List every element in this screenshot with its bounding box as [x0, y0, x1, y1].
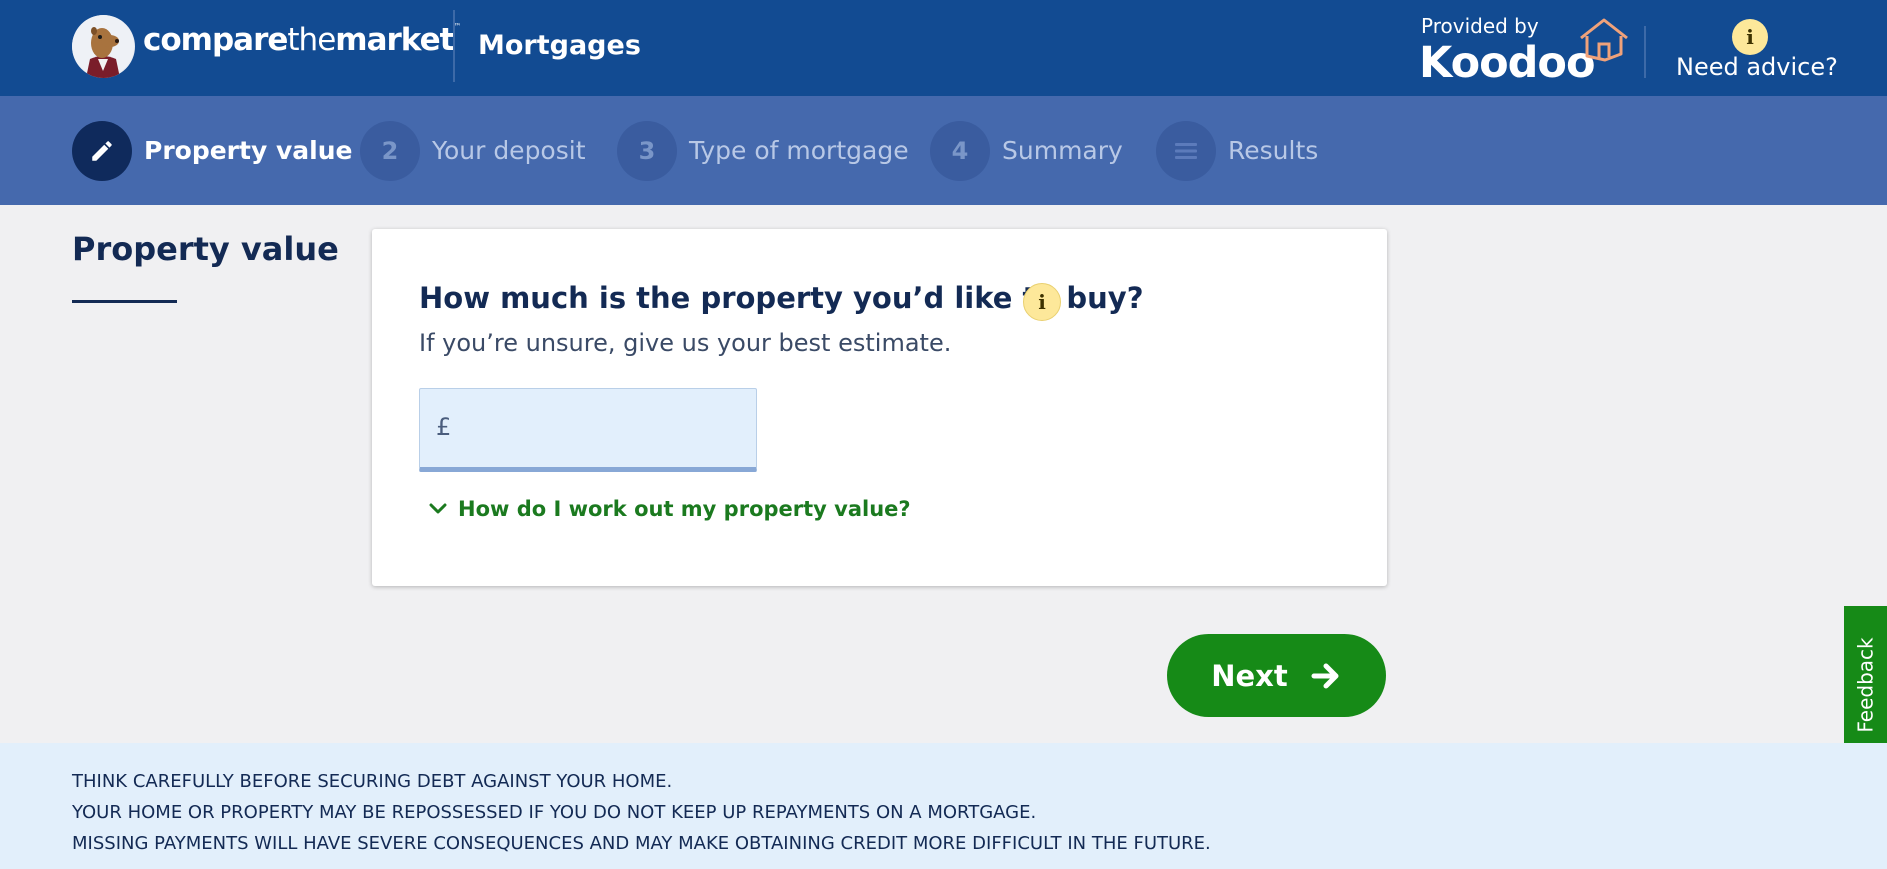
step-type-of-mortgage[interactable]: 3 Type of mortgage [617, 96, 909, 205]
step-label: Property value [144, 136, 353, 165]
list-icon [1156, 120, 1216, 181]
top-header: comparethemarket™ Mortgages Provided by … [0, 0, 1887, 96]
title-underline [72, 300, 177, 303]
brand-part-market: market [335, 22, 454, 58]
section-title: Mortgages [478, 30, 641, 61]
meerkat-logo-icon[interactable] [72, 15, 135, 78]
step-results[interactable]: Results [1156, 96, 1318, 205]
feedback-label: Feedback [1853, 636, 1878, 733]
step-summary[interactable]: 4 Summary [930, 96, 1123, 205]
provided-by-label: Provided by [1421, 14, 1539, 38]
question-card: How much is the property you’d like to b… [372, 229, 1387, 586]
step-number: 2 [360, 120, 420, 181]
step-label: Results [1228, 136, 1319, 165]
next-button-label: Next [1211, 658, 1288, 693]
header-divider-right [1644, 26, 1646, 78]
property-value-help-link[interactable]: How do I work out my property value? [428, 497, 911, 521]
header-divider [453, 10, 455, 82]
step-label: Summary [1002, 136, 1123, 165]
question-hint: If you’re unsure, give us your best esti… [419, 329, 952, 357]
info-icon[interactable]: i [1023, 283, 1061, 321]
step-label: Your deposit [432, 136, 586, 165]
feedback-tab[interactable]: Feedback [1844, 606, 1887, 763]
step-property-value[interactable]: Property value [72, 96, 352, 205]
need-advice-link[interactable]: Need advice? [1676, 53, 1838, 81]
chevron-down-icon [429, 503, 447, 514]
arrow-right-icon [1310, 662, 1342, 690]
brand-part-the: the [287, 22, 336, 58]
partner-logo-text: Koodoo [1419, 38, 1596, 88]
help-link-label: How do I work out my property value? [458, 497, 911, 521]
koodoo-house-icon [1580, 18, 1628, 62]
risk-warning-footer: THINK CAREFULLY BEFORE SECURING DEBT AGA… [0, 743, 1887, 869]
property-value-input[interactable] [464, 407, 744, 449]
risk-warning-line: YOUR HOME OR PROPERTY MAY BE REPOSSESSED… [72, 802, 1037, 823]
step-label: Type of mortgage [689, 136, 909, 165]
next-button[interactable]: Next [1167, 634, 1386, 717]
page-title: Property value [72, 230, 339, 268]
info-icon[interactable]: i [1732, 19, 1768, 55]
step-your-deposit[interactable]: 2 Your deposit [360, 96, 586, 205]
risk-warning-line: THINK CAREFULLY BEFORE SECURING DEBT AGA… [72, 771, 673, 792]
pencil-icon [72, 120, 132, 181]
step-number: 4 [930, 120, 990, 181]
risk-warning-line: MISSING PAYMENTS WILL HAVE SEVERE CONSEQ… [72, 833, 1211, 854]
progress-steps: Property value 2 Your deposit 3 Type of … [0, 96, 1887, 205]
step-number: 3 [617, 120, 677, 181]
brand-part-compare: compare [143, 22, 288, 58]
currency-symbol: £ [436, 413, 452, 441]
property-value-field[interactable]: £ [419, 388, 757, 472]
comparethemarket-logo[interactable]: comparethemarket™ [143, 22, 461, 58]
